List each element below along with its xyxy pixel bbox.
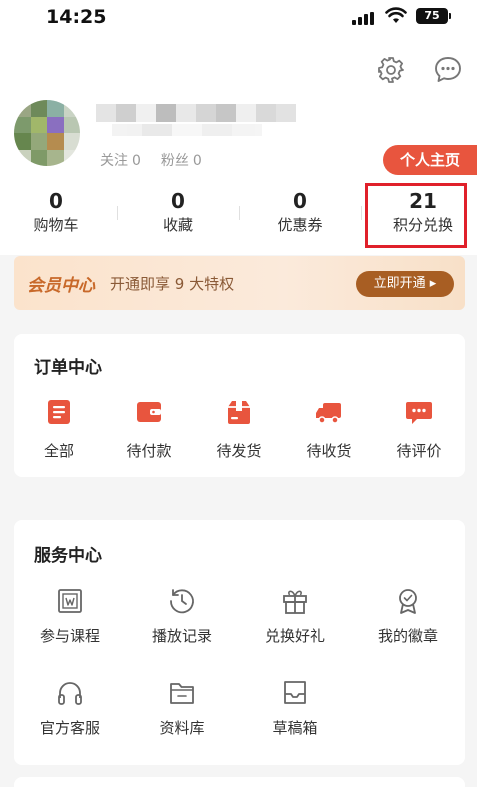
personal-homepage-button[interactable]: 个人主页 bbox=[383, 145, 477, 175]
order-item-label: 全部 bbox=[43, 442, 74, 460]
stat-value: 0 bbox=[293, 189, 307, 213]
wallet-icon bbox=[137, 402, 161, 422]
order-pending-payment-button[interactable]: 待付款 bbox=[113, 398, 185, 461]
status-bar: 14:25 75 bbox=[0, 0, 477, 34]
service-play-history-button[interactable]: 播放记录 bbox=[132, 586, 232, 646]
service-courses-button[interactable]: 参与课程 bbox=[20, 586, 120, 646]
battery-icon: 75 bbox=[416, 8, 451, 24]
avatar[interactable] bbox=[14, 100, 80, 166]
vip-activate-button[interactable]: 立即开通 ▸ bbox=[356, 271, 454, 297]
order-pending-shipment-button[interactable]: 待发货 bbox=[203, 398, 275, 461]
fans-count[interactable]: 0 bbox=[193, 153, 202, 169]
follow-label[interactable]: 关注 bbox=[100, 153, 128, 169]
comment-icon bbox=[406, 402, 432, 424]
vip-description: 开通即享 9 大特权 bbox=[110, 275, 235, 293]
highlight-box bbox=[365, 183, 467, 248]
service-item-label: 草稿箱 bbox=[272, 719, 318, 737]
next-card-peek bbox=[14, 777, 465, 787]
order-center-title: 订单中心 bbox=[34, 358, 102, 378]
service-item-label: 播放记录 bbox=[151, 627, 212, 645]
order-item-label: 待收货 bbox=[306, 442, 352, 460]
stats-divider bbox=[117, 206, 118, 220]
order-pending-receipt-button[interactable]: 待收货 bbox=[293, 398, 365, 461]
order-item-label: 待发货 bbox=[216, 442, 262, 460]
service-gift-exchange-button[interactable]: 兑换好礼 bbox=[245, 586, 345, 646]
service-item-label: 兑换好礼 bbox=[264, 627, 325, 645]
order-center-card: 订单中心 全部 待付款 待发货 待收货 待评价 bbox=[14, 334, 465, 477]
stat-cart[interactable]: 0 购物车 bbox=[1, 188, 111, 236]
service-customer-support-button[interactable]: 官方客服 bbox=[20, 678, 120, 738]
stat-value: 0 bbox=[49, 189, 63, 213]
service-center-card: 服务中心 参与课程 播放记录 兑换好礼 我的徽章 官方客服 资料库 草稿箱 bbox=[14, 520, 465, 765]
stat-label: 优惠券 bbox=[277, 216, 323, 234]
folder-icon bbox=[170, 683, 194, 704]
stat-label: 收藏 bbox=[162, 216, 193, 234]
truck-icon bbox=[316, 403, 341, 424]
vip-title: 会员中心 bbox=[27, 276, 95, 296]
service-center-title: 服务中心 bbox=[34, 546, 102, 566]
order-pending-review-button[interactable]: 待评价 bbox=[383, 398, 455, 461]
service-library-button[interactable]: 资料库 bbox=[132, 678, 232, 738]
order-all-button[interactable]: 全部 bbox=[23, 398, 95, 461]
service-item-label: 官方客服 bbox=[39, 719, 100, 737]
wifi-icon bbox=[385, 7, 407, 23]
service-item-label: 资料库 bbox=[159, 719, 205, 737]
follow-count[interactable]: 0 bbox=[132, 153, 141, 169]
fans-label[interactable]: 粉丝 bbox=[161, 153, 189, 169]
chat-bubble-icon[interactable] bbox=[433, 55, 463, 85]
headset-icon bbox=[58, 682, 82, 705]
order-item-label: 待评价 bbox=[396, 442, 442, 460]
username-redacted-secondary bbox=[112, 124, 262, 136]
stat-coupons[interactable]: 0 优惠券 bbox=[245, 188, 355, 236]
gift-icon bbox=[283, 590, 307, 614]
follow-stats: 关注 0 粉丝 0 bbox=[100, 150, 206, 170]
badge-icon bbox=[399, 589, 417, 614]
vip-banner[interactable]: 会员中心 开通即享 9 大特权 立即开通 ▸ bbox=[14, 256, 465, 310]
stats-divider bbox=[361, 206, 362, 220]
course-board-icon bbox=[58, 589, 82, 613]
username-redacted bbox=[96, 104, 296, 122]
service-item-label: 我的徽章 bbox=[377, 627, 438, 645]
document-icon bbox=[48, 400, 70, 424]
service-item-label: 参与课程 bbox=[39, 627, 100, 645]
service-badges-button[interactable]: 我的徽章 bbox=[358, 586, 458, 646]
stat-value: 0 bbox=[171, 189, 185, 213]
package-icon bbox=[228, 401, 250, 424]
inbox-icon bbox=[284, 681, 306, 704]
order-item-label: 待付款 bbox=[126, 442, 172, 460]
clock-icon bbox=[170, 589, 194, 614]
gear-icon[interactable] bbox=[377, 56, 405, 84]
service-drafts-button[interactable]: 草稿箱 bbox=[245, 678, 345, 738]
status-time: 14:25 bbox=[46, 6, 107, 28]
stat-favorites[interactable]: 0 收藏 bbox=[123, 188, 233, 236]
stats-divider bbox=[239, 206, 240, 220]
signal-icon bbox=[352, 12, 378, 25]
stat-label: 购物车 bbox=[33, 216, 79, 234]
